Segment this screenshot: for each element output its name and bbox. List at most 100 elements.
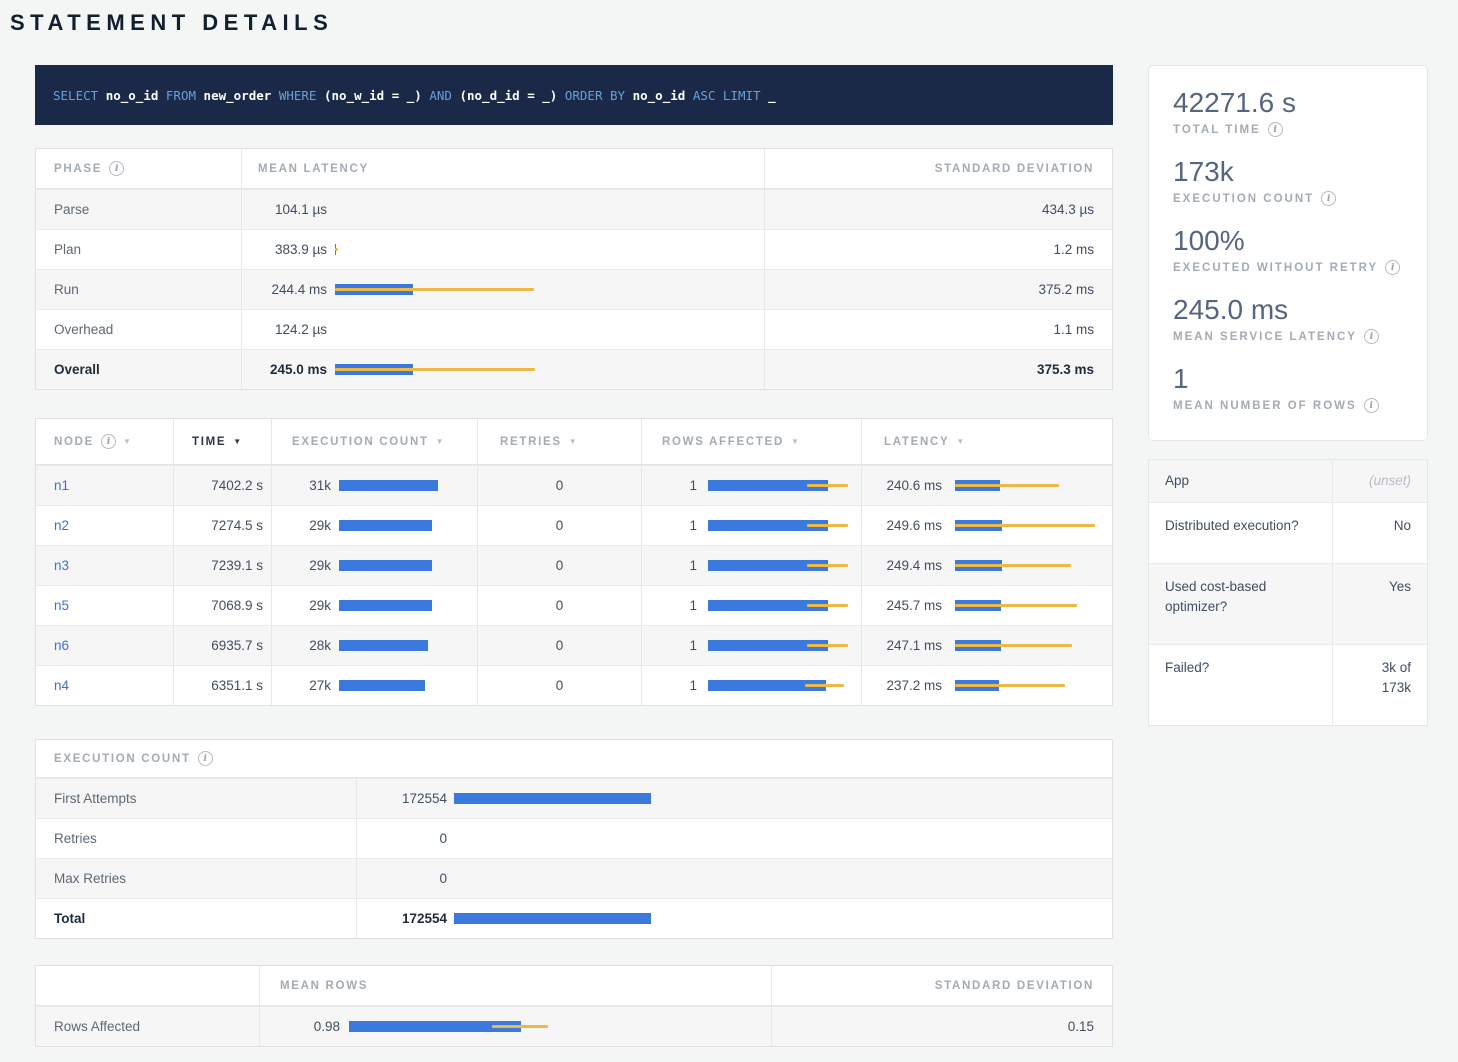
time-value: 7068.9 s — [173, 586, 271, 625]
content: SELECT no_o_id FROM new_order WHERE (no_… — [0, 65, 1458, 1047]
table-row-total: Total 172554 — [36, 898, 1112, 938]
attribute-value: (unset) — [1332, 460, 1427, 502]
execution-count-bar — [339, 598, 449, 614]
node-link[interactable]: n5 — [54, 598, 69, 613]
count-value: 172554 — [362, 791, 447, 806]
stat-total-time: 42271.6 s TOTAL TIME i — [1173, 87, 1403, 137]
time-column-header[interactable]: TIME ▼ — [173, 419, 271, 464]
info-icon[interactable]: i — [198, 751, 213, 766]
sql-statement-text: SELECT no_o_id FROM new_order WHERE (no_… — [53, 88, 776, 103]
attribute-row-cost-based-optimizer: Used cost-based optimizer? Yes — [1149, 563, 1427, 644]
mean-rows-column-header: MEAN ROWS — [259, 966, 771, 1005]
info-icon[interactable]: i — [1321, 191, 1336, 206]
table-row: Max Retries 0 — [36, 858, 1112, 898]
attribute-label: App — [1149, 460, 1332, 502]
time-value: 6935.7 s — [173, 626, 271, 665]
rows-affected-table: MEAN ROWS STANDARD DEVIATION Rows Affect… — [35, 965, 1113, 1047]
retries-value: 0 — [477, 626, 641, 665]
node-link[interactable]: n4 — [54, 678, 69, 693]
info-icon[interactable]: i — [109, 161, 124, 176]
latency-bar — [335, 322, 565, 338]
count-value: 172554 — [362, 911, 447, 926]
count-cell: 0 — [356, 819, 1114, 858]
rows-affected-cell: 1 — [641, 546, 861, 585]
phase-name: Parse — [36, 190, 241, 229]
time-value: 6351.1 s — [173, 666, 271, 705]
sidebar: 42271.6 s TOTAL TIME i 173k EXECUTION CO… — [1148, 65, 1428, 1047]
mean-rows-bar — [349, 1019, 559, 1035]
sql-statement-box: SELECT no_o_id FROM new_order WHERE (no_… — [35, 65, 1113, 125]
rows-affected-value: 1 — [657, 558, 697, 573]
table-row: n5 7068.9 s 29k 0 1 245.7 ms — [36, 585, 1112, 625]
phase-name: Run — [36, 270, 241, 309]
mean-rows-value: 0.98 — [266, 1019, 340, 1034]
latency-header-label: LATENCY — [884, 436, 949, 448]
latency-value: 237.2 ms — [878, 678, 942, 693]
summary-stats-card: 42271.6 s TOTAL TIME i 173k EXECUTION CO… — [1148, 65, 1428, 441]
latency-cell: 249.4 ms — [861, 546, 1114, 585]
node-link[interactable]: n2 — [54, 518, 69, 533]
table-row: Parse 104.1 µs 434.3 µs — [36, 189, 1112, 229]
latency-column-header[interactable]: LATENCY ▼ — [861, 419, 1114, 464]
info-icon[interactable]: i — [1385, 260, 1400, 275]
info-icon[interactable]: i — [101, 434, 116, 449]
main-column: SELECT no_o_id FROM new_order WHERE (no_… — [35, 65, 1113, 1047]
attribute-row-distributed-execution: Distributed execution? No — [1149, 502, 1427, 563]
row-label: Rows Affected — [36, 1007, 259, 1046]
time-value: 7274.5 s — [173, 506, 271, 545]
info-icon[interactable]: i — [1268, 122, 1283, 137]
rows-affected-value: 1 — [657, 638, 697, 653]
execution-count-value: 29k — [286, 598, 331, 613]
mean-latency-value: 383.9 µs — [258, 242, 327, 257]
node-link[interactable]: n3 — [54, 558, 69, 573]
retries-column-header[interactable]: RETRIES ▼ — [477, 419, 641, 464]
rows-affected-value: 1 — [657, 678, 697, 693]
execution-count-bar — [339, 478, 449, 494]
execution-count-cell: 27k — [271, 666, 477, 705]
latency-bar — [335, 282, 565, 298]
node-table-header-row: NODE i ▼ TIME ▼ EXECUTION COUNT ▼ RETRIE… — [36, 419, 1112, 465]
phase-header-label: PHASE — [54, 163, 102, 175]
table-row: Plan 383.9 µs 1.2 ms — [36, 229, 1112, 269]
info-icon[interactable]: i — [1364, 329, 1379, 344]
phase-name: Overall — [36, 350, 241, 389]
node-stats-table: NODE i ▼ TIME ▼ EXECUTION COUNT ▼ RETRIE… — [35, 418, 1113, 706]
count-value: 0 — [362, 871, 447, 886]
latency-bar — [955, 478, 1105, 494]
mean-latency-cell: 104.1 µs — [241, 190, 764, 229]
rows-affected-header-row: MEAN ROWS STANDARD DEVIATION — [36, 966, 1112, 1006]
execution-count-cell: 31k — [271, 466, 477, 505]
execution-count-column-header[interactable]: EXECUTION COUNT ▼ — [271, 419, 477, 464]
stat-value: 100% — [1173, 225, 1403, 257]
stat-mean-number-of-rows: 1 MEAN NUMBER OF ROWS i — [1173, 363, 1403, 413]
attribute-row-app: App (unset) — [1149, 460, 1427, 502]
attribute-value: 3k of 173k — [1332, 645, 1427, 725]
count-cell: 0 — [356, 859, 1114, 898]
stat-executed-without-retry: 100% EXECUTED WITHOUT RETRY i — [1173, 225, 1403, 275]
count-cell: 172554 — [356, 899, 1114, 938]
rows-affected-bar — [708, 678, 848, 694]
table-row-overall: Overall 245.0 ms 375.3 ms — [36, 349, 1112, 389]
retries-value: 0 — [477, 666, 641, 705]
rows-affected-value: 1 — [657, 478, 697, 493]
std-dev-value: 375.3 ms — [764, 350, 1114, 389]
execution-count-bar — [339, 678, 449, 694]
latency-cell: 245.7 ms — [861, 586, 1114, 625]
count-bar — [454, 911, 664, 927]
node-link[interactable]: n6 — [54, 638, 69, 653]
retries-value: 0 — [477, 506, 641, 545]
node-link[interactable]: n1 — [54, 478, 69, 493]
execution-count-value: 31k — [286, 478, 331, 493]
node-column-header[interactable]: NODE i ▼ — [36, 419, 173, 464]
rows-affected-column-header[interactable]: ROWS AFFECTED ▼ — [641, 419, 861, 464]
time-header-label: TIME — [192, 436, 226, 448]
count-bar — [454, 791, 664, 807]
latency-value: 245.7 ms — [878, 598, 942, 613]
execution-count-cell: 29k — [271, 586, 477, 625]
mean-latency-value: 124.2 µs — [258, 322, 327, 337]
latency-cell: 237.2 ms — [861, 666, 1114, 705]
statement-attributes-card: App (unset) Distributed execution? No Us… — [1148, 459, 1428, 726]
info-icon[interactable]: i — [1364, 398, 1379, 413]
std-dev-value: 1.2 ms — [764, 230, 1114, 269]
stat-label: MEAN SERVICE LATENCY i — [1173, 329, 1403, 344]
